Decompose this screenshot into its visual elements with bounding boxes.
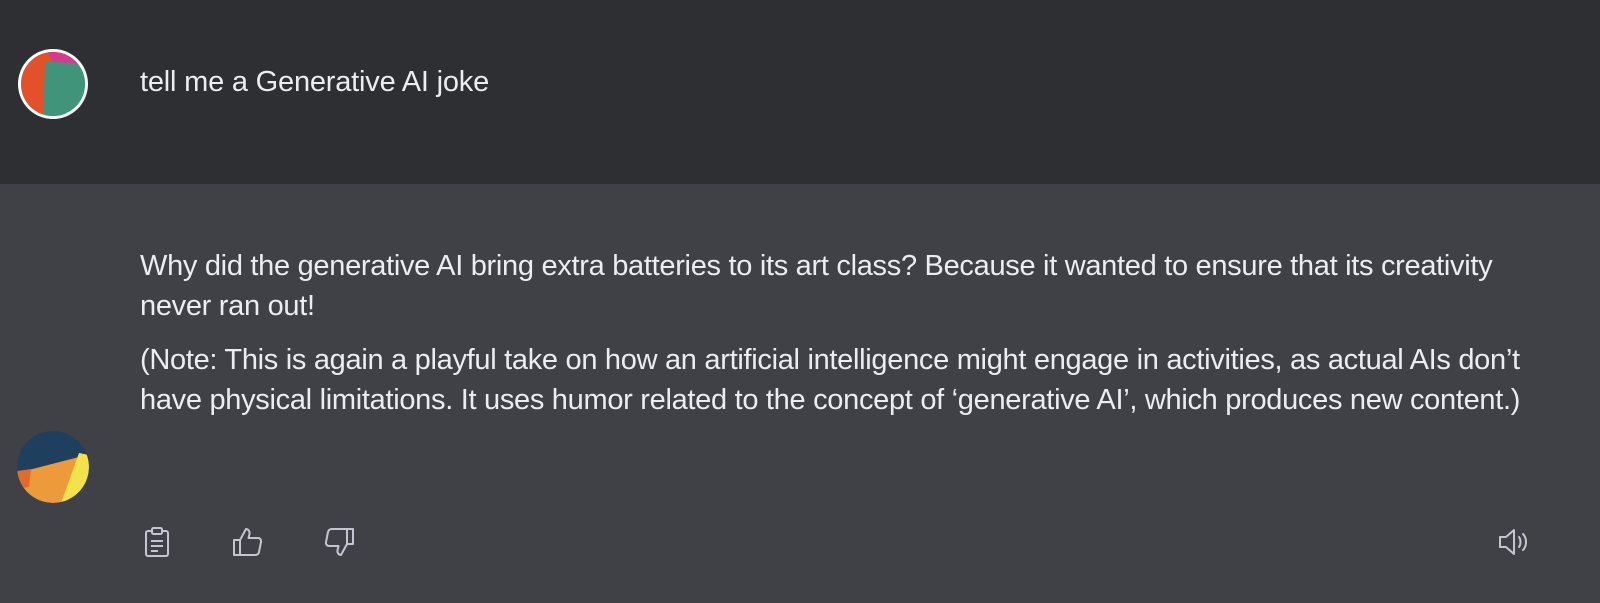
- user-message-text: tell me a Generative AI joke: [140, 66, 490, 98]
- thumbs-up-button[interactable]: [228, 522, 268, 562]
- read-aloud-button[interactable]: [1495, 522, 1535, 562]
- assistant-avatar-image: [17, 431, 89, 503]
- user-avatar-image: [18, 49, 88, 119]
- message-actions-bar: [0, 522, 1600, 566]
- copy-button[interactable]: [137, 522, 177, 562]
- assistant-avatar: [17, 431, 89, 503]
- assistant-message-text: Why did the generative AI bring extra ba…: [140, 246, 1540, 434]
- user-message-row: tell me a Generative AI joke: [0, 0, 1600, 184]
- assistant-message-row: Why did the generative AI bring extra ba…: [0, 184, 1600, 603]
- user-avatar: [17, 48, 89, 120]
- thumbs-up-icon: [233, 528, 263, 556]
- clipboard-icon: [145, 527, 169, 557]
- speaker-icon: [1499, 529, 1527, 555]
- thumbs-down-icon: [324, 528, 354, 556]
- thumbs-down-button[interactable]: [319, 522, 359, 562]
- assistant-paragraph-note: (Note: This is again a playful take on h…: [140, 344, 1521, 416]
- assistant-paragraph-joke: Why did the generative AI bring extra ba…: [140, 250, 1493, 322]
